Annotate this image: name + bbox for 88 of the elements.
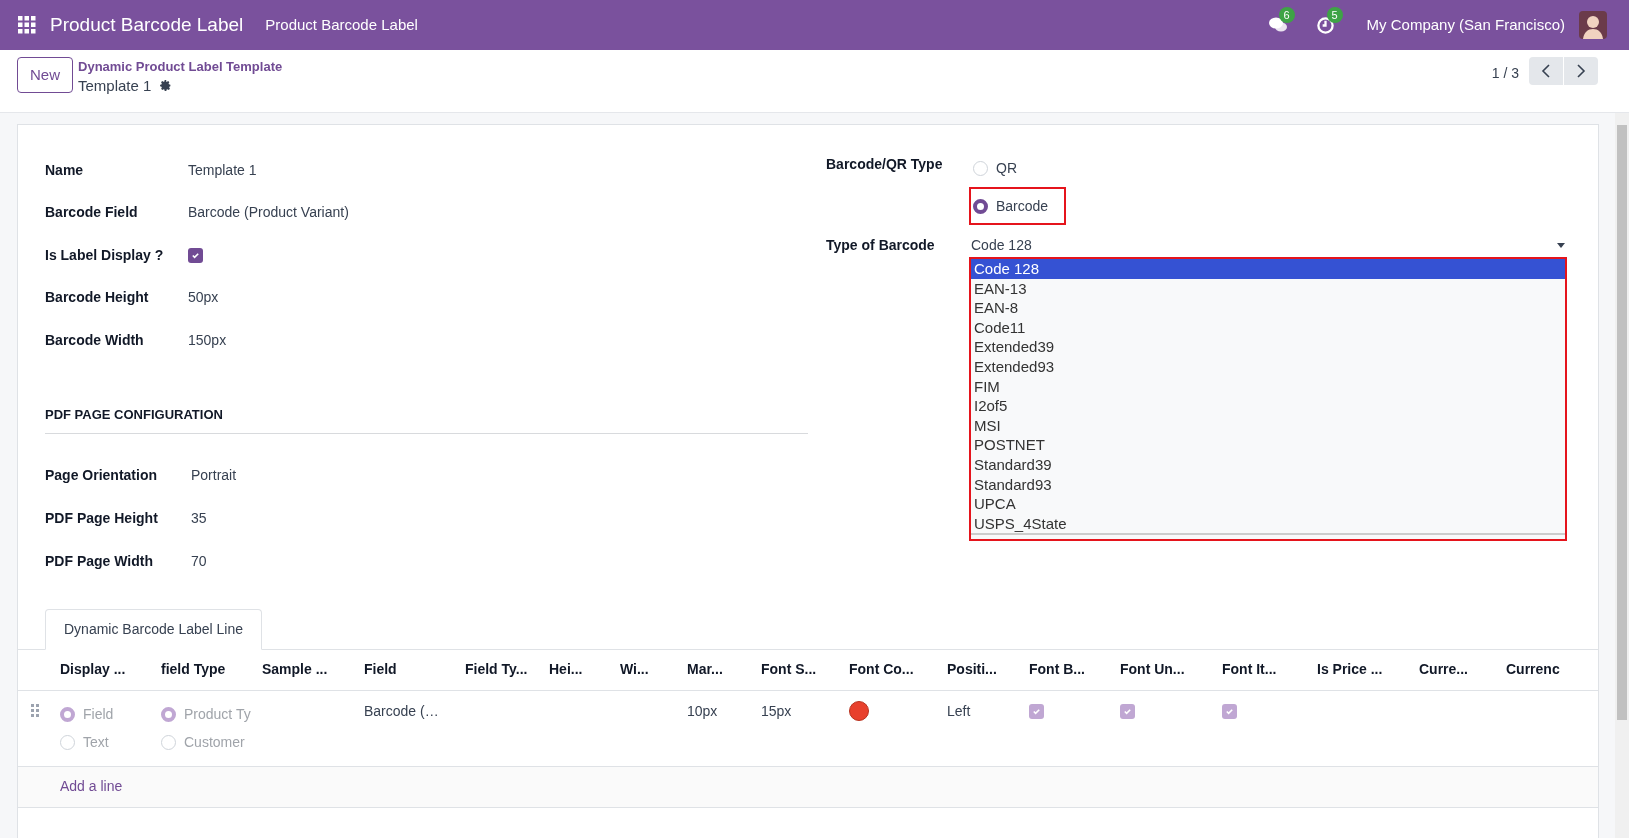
user-avatar[interactable]: [1579, 11, 1607, 39]
field-label: Is Label Display ?: [45, 245, 165, 265]
app-title[interactable]: Product Barcode Label: [50, 10, 244, 40]
column-header[interactable]: Sample ...: [262, 659, 364, 680]
checkbox[interactable]: [188, 247, 203, 263]
notification-badge: 6: [1278, 7, 1295, 23]
dropdown-option[interactable]: I2of5: [971, 396, 1565, 416]
column-header[interactable]: Mar...: [687, 659, 761, 680]
column-header[interactable]: Wi...: [620, 659, 687, 680]
dropdown-option[interactable]: Standard93: [971, 474, 1565, 495]
column-header[interactable]: field Type: [161, 659, 262, 680]
menu-item[interactable]: Product Barcode Label: [265, 13, 418, 37]
gear-icon[interactable]: [159, 79, 173, 92]
scrollbar[interactable]: [1615, 113, 1629, 838]
field-label: PDF Page Width: [45, 551, 154, 571]
field-label: Barcode Width: [45, 330, 145, 350]
chevron-right-icon: [1576, 64, 1586, 78]
radio-label[interactable]: Barcode: [996, 195, 1049, 217]
radio-label[interactable]: QR: [996, 157, 1017, 179]
pager-counter: 1 / 3: [1491, 64, 1519, 83]
dropdown-option[interactable]: Code11: [971, 317, 1565, 338]
notification-badge: 5: [1326, 6, 1343, 23]
new-button[interactable]: New: [17, 57, 73, 93]
field-value: 150px: [188, 330, 227, 350]
checkbox[interactable]: [1029, 703, 1044, 719]
field-label: Barcode/QR Type: [826, 155, 944, 174]
check-icon: [191, 250, 200, 260]
table-cell: 15px: [761, 702, 792, 719]
field-label: Barcode Field: [45, 203, 139, 223]
column-header[interactable]: Is Price ...: [1317, 659, 1419, 680]
dropdown-option[interactable]: UPCA: [971, 494, 1565, 514]
checkbox[interactable]: [1120, 703, 1135, 719]
drag-handle-icon[interactable]: [31, 703, 39, 717]
check-icon: [1123, 706, 1132, 716]
column-header[interactable]: Font It...: [1222, 659, 1317, 680]
column-header[interactable]: Field: [364, 659, 465, 680]
checkbox[interactable]: [1222, 703, 1237, 719]
column-header[interactable]: Font S...: [761, 659, 849, 680]
field-value: Portrait: [191, 465, 237, 485]
check-icon: [1225, 706, 1234, 716]
column-header[interactable]: Display ...: [60, 659, 161, 680]
column-header[interactable]: Positi...: [947, 659, 1029, 680]
radio-button[interactable]: [973, 198, 988, 214]
dropdown-option[interactable]: MSI: [971, 415, 1565, 436]
column-header[interactable]: Font Un...: [1120, 659, 1222, 680]
field-label: PDF Page Height: [45, 508, 159, 528]
tab[interactable]: Dynamic Barcode Label Line: [45, 608, 262, 650]
table-cell: Left: [947, 702, 971, 719]
field-value: 35: [191, 508, 207, 528]
field-value: 70: [191, 551, 207, 571]
field-label: Type of Barcode: [826, 236, 936, 255]
table-cell: Barcode (…: [364, 702, 439, 719]
column-header[interactable]: Font Co...: [849, 659, 947, 680]
dropdown-option[interactable]: Standard39: [971, 454, 1565, 475]
select-field[interactable]: Code 128: [969, 233, 1567, 257]
dropdown-option[interactable]: POSTNET: [971, 435, 1565, 455]
dropdown-option[interactable]: EAN-8: [971, 298, 1565, 318]
dropdown-option[interactable]: EAN-13: [971, 278, 1565, 299]
field-value: 50px: [188, 288, 219, 308]
check-icon: [1032, 706, 1041, 716]
column-header[interactable]: Field Ty...: [465, 659, 549, 680]
field-value: Template 1: [188, 160, 257, 180]
table-cell: 10px: [687, 702, 718, 719]
company-switcher[interactable]: My Company (San Francisco): [1366, 13, 1565, 37]
field-label: Page Orientation: [45, 465, 159, 485]
section-heading: PDF PAGE CONFIGURATION: [45, 406, 223, 422]
dropdown-option[interactable]: Extended39: [971, 337, 1565, 357]
field-value: Barcode (Product Variant): [188, 203, 349, 223]
radio-button[interactable]: [161, 707, 176, 722]
breadcrumb-link[interactable]: Dynamic Product Label Template: [78, 57, 283, 76]
next-button[interactable]: [1564, 57, 1598, 85]
apps-menu-icon[interactable]: [18, 16, 36, 34]
previous-button[interactable]: [1529, 57, 1563, 85]
dropdown-option[interactable]: FIM: [971, 376, 1565, 397]
dropdown-option[interactable]: USPS_4State: [971, 513, 1565, 534]
column-header[interactable]: Currenc: [1506, 659, 1598, 680]
field-label: Barcode Height: [45, 288, 150, 308]
record-name: Template 1: [78, 76, 152, 95]
column-header[interactable]: Font B...: [1029, 659, 1120, 680]
dropdown-option[interactable]: Code 128: [971, 259, 1565, 279]
dropdown-option[interactable]: Extended93: [971, 356, 1565, 377]
field-label: Name: [45, 160, 85, 180]
radio-button[interactable]: [60, 707, 75, 722]
add-line-link[interactable]: Add a line: [60, 776, 123, 797]
column-header[interactable]: Curre...: [1419, 659, 1506, 680]
column-header[interactable]: Hei...: [549, 659, 620, 680]
chevron-left-icon: [1541, 64, 1551, 78]
caret-icon: [1557, 242, 1565, 248]
